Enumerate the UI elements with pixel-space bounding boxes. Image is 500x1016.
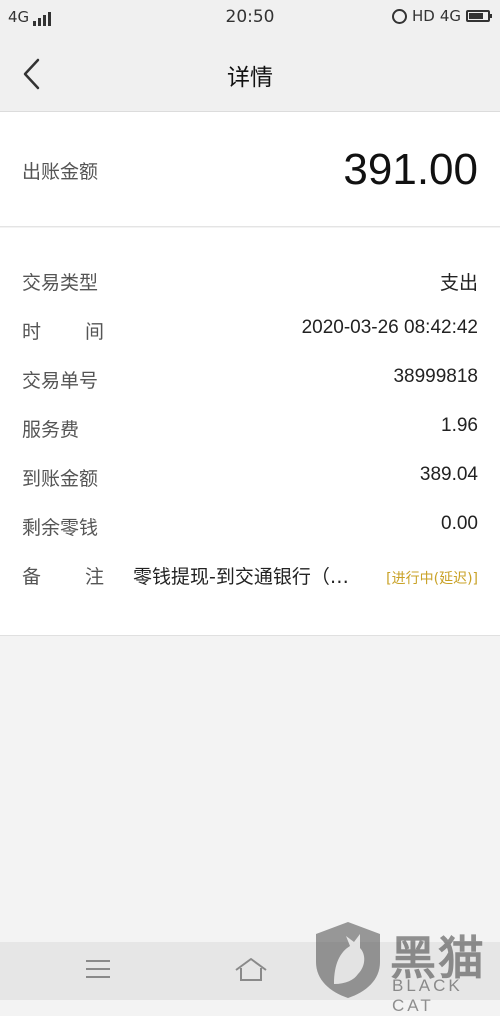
amount-value: 391.00 — [343, 145, 478, 194]
detail-label-char: 时 — [22, 321, 42, 343]
detail-row-received-amount: 到账金额 389.04 — [0, 456, 500, 496]
detail-label: 到账金额 — [22, 468, 99, 490]
detail-row-note: 备 注 零钱提现-到交通银行（… [进行中(延迟)] — [0, 554, 500, 594]
detail-value: 1.96 — [441, 415, 478, 436]
detail-label: 时 间 — [22, 317, 104, 344]
detail-row-transaction-type: 交易类型 支出 — [0, 260, 500, 300]
watermark-logo: 黑猫 BLACK CAT — [312, 920, 500, 1015]
detail-value: 38999818 — [393, 366, 478, 387]
detail-value: 0.00 — [441, 513, 478, 534]
menu-button[interactable] — [86, 960, 110, 980]
detail-value: 389.04 — [419, 464, 478, 485]
detail-label-char: 注 — [84, 566, 104, 588]
detail-value: 支出 — [439, 272, 478, 294]
detail-section: 交易类型 支出 时 间 2020-03-26 08:42:42 交易单号 389… — [0, 228, 500, 636]
detail-label: 交易单号 — [22, 370, 99, 392]
status-badge: [进行中(延迟)] — [386, 571, 478, 587]
amount-section: 出账金额 391.00 — [0, 112, 500, 227]
alarm-icon — [391, 8, 407, 24]
detail-row-transaction-id: 交易单号 38999818 — [0, 358, 500, 398]
cat-shield-icon — [316, 922, 380, 998]
detail-row-time: 时 间 2020-03-26 08:42:42 — [0, 309, 500, 349]
detail-row-service-fee: 服务费 1.96 — [0, 407, 500, 447]
status-bar: 4G 20:50 HD 4G — [0, 0, 500, 36]
watermark-subtext: BLACK CAT — [392, 976, 463, 1015]
hd-label: HD — [411, 7, 435, 25]
status-right: HD 4G — [391, 7, 492, 25]
home-icon — [235, 958, 267, 981]
detail-label: 服务费 — [22, 419, 80, 441]
page-title: 详情 — [227, 65, 273, 91]
menu-icon — [86, 960, 110, 978]
detail-label: 备 注 — [22, 562, 104, 589]
detail-row-remaining-balance: 剩余零钱 0.00 — [0, 505, 500, 545]
detail-value: 2020-03-26 08:42:42 — [301, 317, 478, 338]
detail-label: 交易类型 — [22, 272, 99, 294]
battery-icon — [466, 10, 492, 22]
network-type-right: 4G — [439, 7, 461, 25]
note-text: 零钱提现-到交通银行（… — [133, 566, 349, 588]
note-value[interactable]: 零钱提现-到交通银行（… [进行中(延迟)] — [133, 562, 478, 589]
detail-label-char: 备 — [22, 566, 42, 588]
detail-label: 剩余零钱 — [22, 517, 99, 539]
amount-label: 出账金额 — [22, 161, 99, 183]
home-button[interactable] — [233, 956, 269, 984]
detail-label-char: 间 — [84, 321, 104, 343]
nav-bar: 详情 — [0, 36, 500, 112]
